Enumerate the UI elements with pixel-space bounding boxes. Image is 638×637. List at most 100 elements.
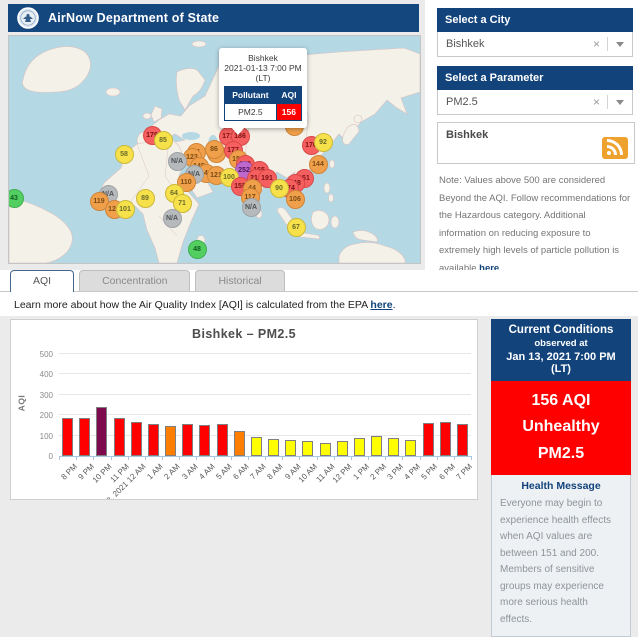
x-tick	[402, 456, 403, 460]
x-tick	[214, 456, 215, 460]
current-conditions-title: Current Conditions	[495, 324, 627, 336]
rss-icon[interactable]	[602, 137, 628, 159]
health-message-text: Everyone may begin to experience health …	[500, 496, 622, 628]
chart-bar	[354, 438, 365, 456]
current-conditions-panel: Current Conditions observed at Jan 13, 2…	[491, 319, 631, 500]
popup-table: Pollutant AQI PM2.5 156	[224, 86, 302, 121]
tab-historical[interactable]: Historical	[195, 270, 284, 291]
map-marker[interactable]: 86	[205, 140, 224, 159]
map-marker[interactable]: 90	[270, 179, 289, 198]
popup-datetime: 2021-01-13 7:00 PM	[224, 63, 302, 73]
x-tick	[231, 456, 232, 460]
popup-col-aqi: AQI	[276, 87, 301, 104]
health-message-block: Health Message Everyone may begin to exp…	[491, 475, 631, 637]
y-tick-label: 100	[17, 432, 53, 441]
city-select-panel: Select a City Bishkek ×	[437, 8, 633, 57]
chart-title: Bishkek – PM2.5	[11, 327, 477, 341]
chart-bar	[79, 418, 90, 456]
x-tick	[471, 456, 472, 460]
parameter-select-value: PM2.5	[446, 96, 478, 108]
x-tick	[368, 456, 369, 460]
chart-panel: Bishkek – PM2.5 AQI 01002003004005008 PM…	[10, 319, 478, 500]
chart-plot	[59, 354, 471, 457]
map-marker[interactable]: 58	[115, 145, 134, 164]
x-tick	[351, 456, 352, 460]
parameter-clear-icon[interactable]: ×	[586, 95, 607, 109]
city-select-label: Select a City	[437, 8, 633, 32]
x-tick	[265, 456, 266, 460]
city-clear-icon[interactable]: ×	[586, 37, 607, 51]
map-markers: 581798584123N/A86145141N/A121110648971N/…	[9, 36, 420, 263]
popup-aqi-value: 156	[276, 104, 301, 121]
parameter-select-label: Select a Parameter	[437, 66, 633, 90]
divider	[607, 95, 608, 109]
aqi-category: Unhealthy	[491, 414, 631, 440]
chart-bar	[457, 424, 468, 456]
x-tick	[334, 456, 335, 460]
x-tick	[59, 456, 60, 460]
chart-bar	[337, 441, 348, 456]
y-tick-label: 500	[17, 350, 53, 359]
map-marker[interactable]: 101	[116, 200, 135, 219]
chart-bar	[371, 436, 382, 456]
tab-aqi[interactable]: AQI	[10, 270, 74, 292]
map-marker[interactable]: N/A	[242, 198, 261, 217]
parameter-select[interactable]: PM2.5 ×	[437, 90, 633, 115]
x-tick	[248, 456, 249, 460]
map-marker[interactable]: 92	[314, 133, 333, 152]
right-sidebar: Select a City Bishkek × Select a Paramet…	[425, 0, 638, 316]
gridline	[59, 373, 471, 374]
app-header: AirNow Department of State	[8, 4, 419, 32]
chevron-down-icon[interactable]	[616, 100, 624, 105]
chevron-down-icon[interactable]	[616, 42, 624, 47]
chart-bar	[405, 440, 416, 456]
chart-bar	[131, 422, 142, 456]
world-map[interactable]: 581798584123N/A86145141N/A121110648971N/…	[8, 35, 421, 264]
tab-concentration[interactable]: Concentration	[79, 270, 190, 291]
x-tick	[385, 456, 386, 460]
map-marker[interactable]: N/A	[163, 209, 182, 228]
chart-bar	[302, 441, 313, 456]
x-tick	[128, 456, 129, 460]
city-select[interactable]: Bishkek ×	[437, 32, 633, 57]
learn-more-here-link[interactable]: here	[370, 299, 392, 311]
chart-bar	[423, 423, 434, 456]
map-marker[interactable]: N/A	[168, 152, 187, 171]
rss-box: Bishkek	[437, 122, 635, 164]
health-message-title: Health Message	[500, 480, 622, 492]
x-tick	[179, 456, 180, 460]
map-marker[interactable]: 48	[188, 240, 207, 259]
x-tick	[454, 456, 455, 460]
chart-bar	[182, 424, 193, 456]
map-marker[interactable]: 85	[154, 131, 173, 150]
aqi-status-block: 156 AQI Unhealthy PM2.5	[491, 381, 631, 475]
popup-pollutant-value: PM2.5	[225, 104, 277, 121]
y-tick-label: 300	[17, 391, 53, 400]
x-tick	[145, 456, 146, 460]
popup-city: Bishkek	[224, 53, 302, 63]
map-marker[interactable]: 144	[309, 155, 328, 174]
map-marker[interactable]: 43	[8, 189, 24, 208]
chart-bar	[148, 424, 159, 456]
note-text-before: Note: Values above 500 are considered Be…	[439, 175, 630, 274]
chart-bar	[217, 424, 228, 456]
map-marker[interactable]: 106	[286, 190, 305, 209]
map-popup: Bishkek 2021-01-13 7:00 PM (LT) Pollutan…	[219, 48, 307, 128]
learn-more-text: Learn more about how the Air Quality Ind…	[14, 299, 396, 311]
divider	[607, 37, 608, 51]
map-marker[interactable]: 67	[287, 218, 306, 237]
x-tick	[196, 456, 197, 460]
chart-bar	[285, 440, 296, 456]
y-tick-label: 0	[17, 452, 53, 461]
chart-bar	[165, 426, 176, 456]
chart-bar	[320, 443, 331, 456]
learn-more-before: Learn more about how the Air Quality Ind…	[14, 299, 370, 311]
y-tick-label: 400	[17, 370, 53, 379]
x-tick	[93, 456, 94, 460]
gridline	[59, 353, 471, 354]
x-tick	[299, 456, 300, 460]
observed-at-label: observed at	[495, 338, 627, 349]
map-marker[interactable]: 89	[136, 189, 155, 208]
chart-bar	[96, 407, 107, 456]
tab-band: AQIConcentrationHistorical Learn more ab…	[0, 270, 638, 316]
